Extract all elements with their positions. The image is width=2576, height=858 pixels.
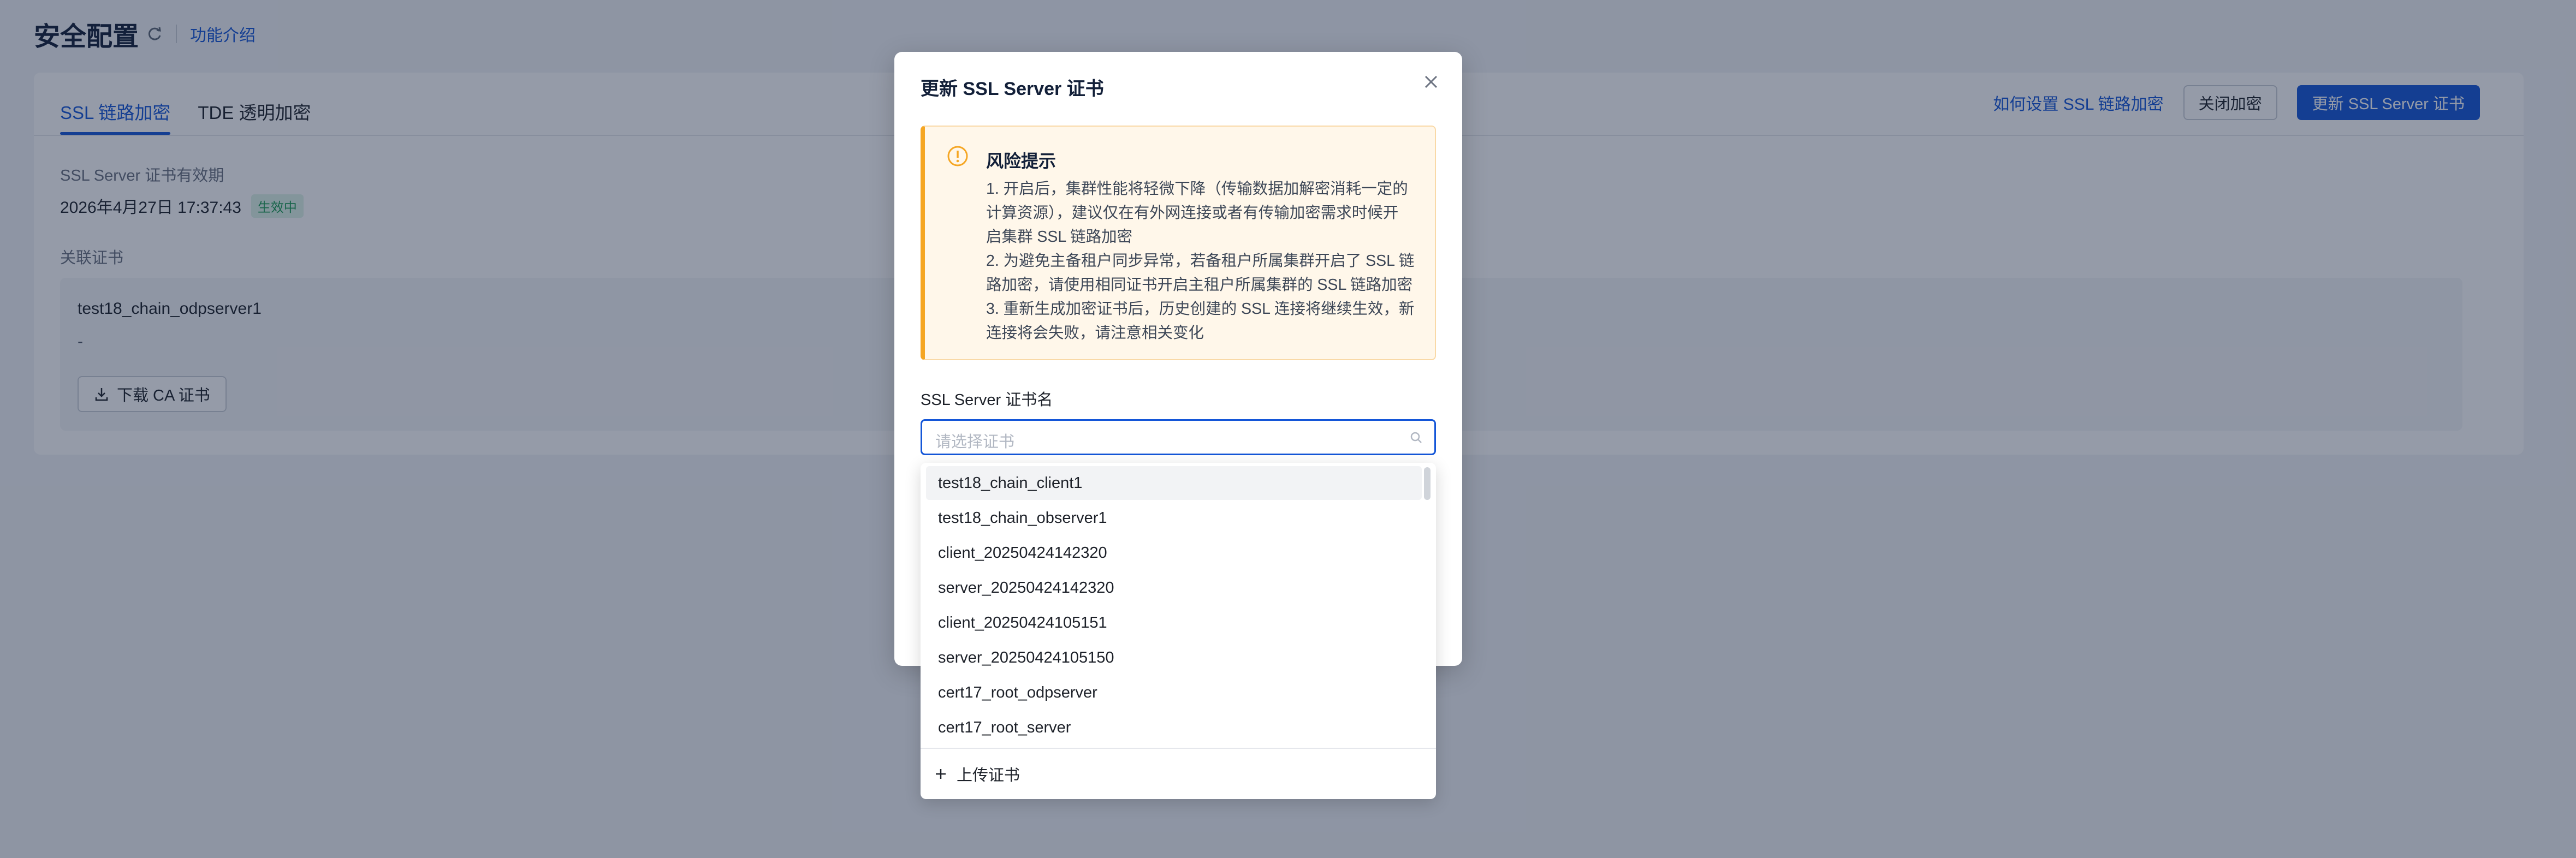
alert-line: 计算资源），建议仅在有外网连接或者有传输加密需求时候开 (986, 204, 1399, 222)
alert-body: 1. 开启后，集群性能将轻微下降（传输数据加解密消耗一定的 计算资源），建议仅在… (986, 177, 1417, 345)
close-icon[interactable] (1422, 73, 1440, 91)
alert-title: 风险提示 (986, 151, 1056, 171)
dropdown-option[interactable]: server_20250424105150 (926, 641, 1422, 675)
upload-cert-button[interactable]: 上传证书 (934, 752, 1020, 796)
alert-line: 2. 为避免主备租户同步异常，若备租户所属集群开启了 SSL 链 (986, 252, 1415, 270)
cert-name-label: SSL Server 证书名 (921, 391, 1053, 409)
modal-title: 更新 SSL Server 证书 (921, 79, 1104, 99)
cert-dropdown: test18_chain_client1 test18_chain_observ… (921, 463, 1436, 799)
search-icon (1409, 431, 1423, 445)
risk-alert: 风险提示 1. 开启后，集群性能将轻微下降（传输数据加解密消耗一定的 计算资源）… (921, 126, 1436, 360)
dropdown-option[interactable]: client_20250424142320 (926, 536, 1422, 570)
dropdown-option[interactable]: test18_chain_observer1 (926, 501, 1422, 535)
cert-select-placeholder: 请选择证书 (935, 433, 1015, 451)
warning-icon (947, 145, 969, 167)
dropdown-divider (921, 748, 1436, 749)
dropdown-scrollbar[interactable] (1424, 467, 1431, 500)
dropdown-option[interactable]: client_20250424105151 (926, 606, 1422, 640)
upload-cert-label: 上传证书 (957, 767, 1020, 784)
alert-line: 3. 重新生成加密证书后，历史创建的 SSL 连接将继续生效，新 (986, 300, 1415, 318)
cert-select[interactable]: 请选择证书 (921, 419, 1436, 455)
dropdown-option[interactable]: server_20250424142320 (926, 571, 1422, 605)
plus-icon (934, 767, 948, 781)
alert-line: 连接将会失败，请注意相关变化 (986, 324, 1204, 342)
alert-line: 启集群 SSL 链路加密 (986, 228, 1133, 246)
dropdown-option[interactable]: test18_chain_client1 (926, 466, 1422, 500)
dropdown-option[interactable]: cert17_root_server (926, 711, 1422, 744)
alert-line: 1. 开启后，集群性能将轻微下降（传输数据加解密消耗一定的 (986, 180, 1408, 198)
alert-line: 路加密，请使用相同证书开启主租户所属集群的 SSL 链路加密 (986, 276, 1413, 294)
dropdown-option[interactable]: cert17_root_odpserver (926, 676, 1422, 710)
